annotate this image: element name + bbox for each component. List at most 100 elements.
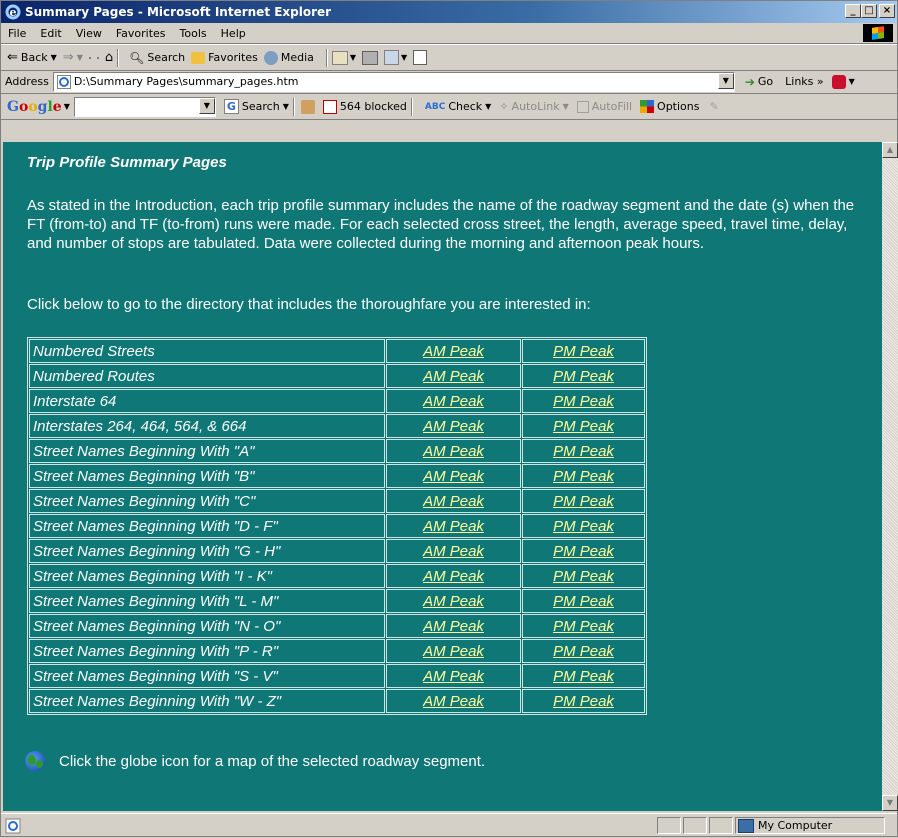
am-peak-cell: AM Peak [386,564,521,588]
directory-name: Street Names Beginning With "P - R" [29,639,385,663]
am-peak-link[interactable]: AM Peak [423,493,484,510]
pm-peak-link[interactable]: PM Peak [553,518,614,535]
globe-note-text: Click the globe icon for a map of the se… [59,752,486,770]
chevron-down-icon: ▼ [63,102,70,111]
zone-label: My Computer [758,819,833,832]
pm-peak-link[interactable]: PM Peak [553,468,614,485]
news-icon[interactable] [300,99,315,114]
instruction-text: Click below to go to the directory that … [27,296,591,313]
vertical-scrollbar[interactable]: ▲ ▼ [882,142,898,811]
close-button[interactable]: × [879,4,895,18]
am-peak-link[interactable]: AM Peak [423,593,484,610]
check-label: Check [448,100,483,113]
table-row: Street Names Beginning With "P - R" AM Pe… [29,639,645,663]
forward-button[interactable]: ⇒ ▼ [63,50,83,65]
am-peak-link[interactable]: AM Peak [423,643,484,660]
popup-blocker-button[interactable]: 564 blocked [322,99,407,114]
back-button[interactable]: ⇐ Back ▼ [7,50,57,65]
pm-peak-link[interactable]: PM Peak [553,343,614,360]
pm-peak-link[interactable]: PM Peak [553,668,614,685]
am-peak-link[interactable]: AM Peak [423,468,484,485]
ie-page-icon [5,818,21,834]
menu-favorites[interactable]: Favorites [109,27,173,40]
google-search-input[interactable]: ▼ [73,96,216,117]
am-peak-link[interactable]: AM Peak [423,443,484,460]
discuss-icon[interactable] [413,50,428,65]
pm-peak-link[interactable]: PM Peak [553,693,614,710]
menu-help[interactable]: Help [214,27,253,40]
am-peak-cell: AM Peak [386,439,521,463]
directory-name: Street Names Beginning With "A" [29,439,385,463]
autofill-button[interactable]: AutoFill [576,100,632,113]
am-peak-link[interactable]: AM Peak [423,693,484,710]
pm-peak-link[interactable]: PM Peak [553,443,614,460]
home-icon[interactable]: ⌂ [105,50,113,66]
status-panel [683,817,707,834]
acrobat-icon[interactable] [831,74,846,89]
pm-peak-link[interactable]: PM Peak [553,618,614,635]
spellcheck-icon: ABC [424,101,446,112]
table-row: Interstate 64 AM Peak PM Peak [29,389,645,413]
address-input[interactable]: D:\Summary Pages\summary_pages.htm ▼ [52,71,735,92]
menu-view[interactable]: View [69,27,109,40]
highlighter-icon[interactable]: ✎ [709,100,718,113]
pm-peak-link[interactable]: PM Peak [553,593,614,610]
back-label: Back [20,51,48,64]
search-button[interactable]: 🔍︎ Search [129,51,185,65]
am-peak-cell: AM Peak [386,489,521,513]
media-button[interactable]: Media [263,50,314,65]
am-peak-link[interactable]: AM Peak [423,518,484,535]
am-peak-link[interactable]: AM Peak [423,668,484,685]
go-button[interactable]: ➔ Go [745,75,773,89]
pm-peak-cell: PM Peak [522,364,645,388]
links-button[interactable]: Links » [785,75,823,88]
address-dropdown-button[interactable]: ▼ [717,72,734,89]
am-peak-link[interactable]: AM Peak [423,418,484,435]
google-search-button[interactable]: G Search ▼ [223,99,289,114]
google-search-dropdown[interactable]: ▼ [198,97,215,114]
am-peak-link[interactable]: AM Peak [423,393,484,410]
favorites-button[interactable]: Favorites [191,51,258,64]
menu-edit[interactable]: Edit [33,27,68,40]
am-peak-link[interactable]: AM Peak [423,618,484,635]
status-panel [657,817,681,834]
options-button[interactable]: Options [640,100,699,113]
edit-icon[interactable] [384,50,400,65]
pm-peak-link[interactable]: PM Peak [553,393,614,410]
menu-tools[interactable]: Tools [173,27,214,40]
minimize-button[interactable]: _ [845,4,861,18]
scroll-up-button[interactable]: ▲ [882,142,898,158]
spell-check-button[interactable]: ABC Check ▼ [425,100,491,113]
print-icon[interactable] [362,50,379,65]
address-value: D:\Summary Pages\summary_pages.htm [73,75,299,88]
mail-icon[interactable] [331,50,348,65]
pm-peak-cell: PM Peak [522,689,645,713]
refresh-icon[interactable] [96,56,99,59]
table-row: Street Names Beginning With "D - F" AM Pe… [29,514,645,538]
pm-peak-link[interactable]: PM Peak [553,643,614,660]
go-arrow-icon: ➔ [744,74,755,89]
maximize-button[interactable]: □ [861,4,877,18]
chevron-down-icon: ▼ [485,102,492,111]
am-peak-link[interactable]: AM Peak [423,543,484,560]
pm-peak-link[interactable]: PM Peak [553,543,614,560]
directory-name: Interstates 264, 464, 564, & 664 [29,414,385,438]
pm-peak-link[interactable]: PM Peak [553,568,614,585]
scroll-down-button[interactable]: ▼ [882,795,898,811]
chevron-down-icon: ▼ [401,53,408,62]
pm-peak-link[interactable]: PM Peak [553,493,614,510]
autolink-button[interactable]: ✧ AutoLink ▼ [499,100,568,113]
am-peak-cell: AM Peak [386,639,521,663]
am-peak-link[interactable]: AM Peak [423,568,484,585]
am-peak-link[interactable]: AM Peak [423,343,484,360]
table-row: Street Names Beginning With "W - Z" AM Pe… [29,689,645,713]
globe-icon[interactable] [25,751,45,771]
stop-icon[interactable] [88,56,91,59]
menu-file[interactable]: File [1,27,33,40]
google-logo[interactable]: Google [7,99,62,115]
pm-peak-cell: PM Peak [522,414,645,438]
pm-peak-link[interactable]: PM Peak [553,418,614,435]
am-peak-link[interactable]: AM Peak [423,368,484,385]
pm-peak-cell: PM Peak [522,439,645,463]
pm-peak-link[interactable]: PM Peak [553,368,614,385]
